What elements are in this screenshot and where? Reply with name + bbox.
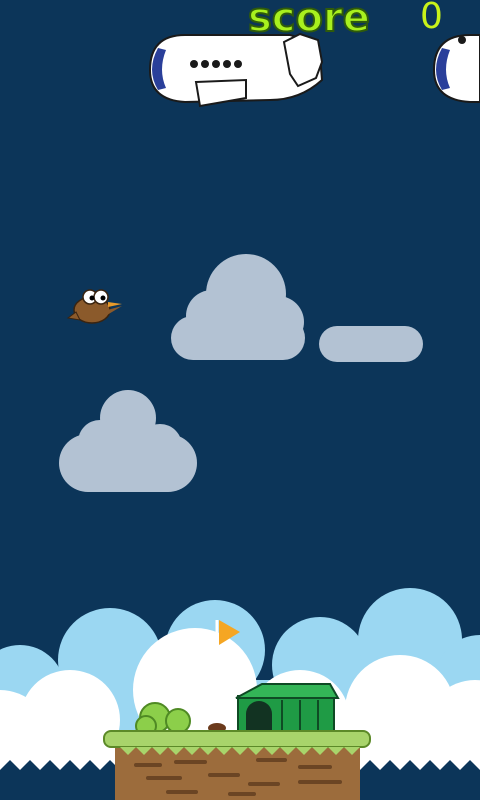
floating-island (103, 730, 371, 800)
cloud (319, 326, 423, 362)
score-value: 0 (420, 0, 443, 37)
airplane-obstacle (148, 32, 324, 108)
scenery-layer (0, 32, 480, 800)
cloud (171, 254, 305, 360)
score-label: score (247, 0, 371, 42)
cloud (59, 390, 197, 492)
airplane-obstacle (432, 34, 480, 103)
house (235, 683, 340, 737)
bird-player (66, 289, 122, 324)
game-stage[interactable]: score 0 (0, 0, 480, 800)
